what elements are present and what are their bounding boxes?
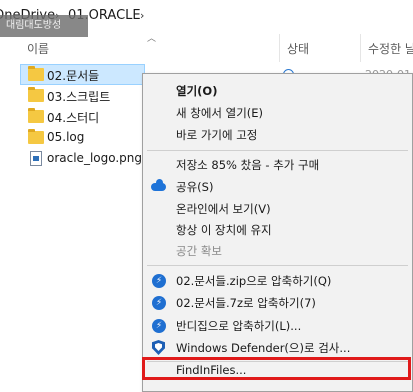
breadcrumb-separator: ›	[140, 9, 145, 22]
menu-item-storage[interactable]: 저장소 85% 찼음 - 추가 구매	[143, 154, 412, 176]
menu-label: 항상 이 장치에 유지	[176, 223, 272, 237]
menu-label: 02.문서들.zip으로 압축하기(Q)	[176, 274, 332, 288]
menu-label: Windows Defender(으)로 검사...	[176, 341, 351, 355]
menu-label: 02.문서들.7z로 압축하기(7)	[176, 296, 316, 310]
column-divider[interactable]	[279, 34, 280, 62]
menu-label: 온라인에서 보기(V)	[176, 202, 271, 216]
menu-label: 열기(O)	[176, 84, 218, 98]
bandizip-icon: ⚡	[152, 274, 166, 288]
file-name: 02.문서들	[47, 69, 100, 83]
file-name: oracle_logo.png	[47, 151, 143, 165]
folder-icon	[28, 129, 44, 144]
bandizip-icon: ⚡	[152, 319, 166, 333]
bandizip-icon: ⚡	[152, 296, 166, 310]
menu-label: 저장소 85% 찼음 - 추가 구매	[176, 158, 320, 172]
menu-separator	[147, 150, 408, 151]
file-name: 04.스터디	[47, 111, 100, 125]
shield-icon	[152, 340, 165, 355]
file-name: 03.스크립트	[47, 90, 111, 104]
menu-item-view-online[interactable]: 온라인에서 보기(V)	[143, 198, 412, 220]
menu-label: 반디집으로 압축하기(L)...	[176, 319, 302, 333]
context-menu: 열기(O) 새 창에서 열기(E) 바로 가기에 고정 저장소 85% 찼음 -…	[142, 73, 413, 392]
sort-ascending-icon: ︿	[147, 34, 157, 44]
menu-item-always-keep[interactable]: 항상 이 장치에 유지	[143, 219, 412, 241]
folder-icon	[28, 108, 44, 123]
watermark: 대림대도방성	[0, 15, 88, 37]
cloud-icon	[151, 179, 166, 191]
menu-label: 새 창에서 열기(E)	[176, 106, 264, 120]
column-status[interactable]: 상태	[287, 40, 309, 57]
menu-item-pin-quick-access[interactable]: 바로 가기에 고정	[143, 124, 412, 146]
menu-item-defender-scan[interactable]: Windows Defender(으)로 검사...	[143, 337, 412, 359]
menu-item-open-new-window[interactable]: 새 창에서 열기(E)	[143, 102, 412, 124]
column-name[interactable]: 이름	[27, 40, 49, 57]
menu-item-compress-7z[interactable]: ⚡ 02.문서들.7z로 압축하기(7)	[143, 292, 412, 314]
menu-item-free-space: 공간 확보	[143, 240, 412, 262]
menu-item-compress-bandizip[interactable]: ⚡ 반디집으로 압축하기(L)...	[143, 315, 412, 337]
folder-icon	[28, 66, 44, 81]
menu-label: 공간 확보	[176, 244, 222, 258]
menu-item-share[interactable]: 공유(S)	[143, 176, 412, 198]
menu-item-findinfiles[interactable]: FindInFiles...	[143, 360, 412, 382]
image-file-icon	[30, 151, 42, 166]
column-modified[interactable]: 수정한 날	[368, 40, 413, 57]
menu-separator	[147, 265, 408, 266]
file-name: 05.log	[47, 130, 85, 144]
menu-item-open[interactable]: 열기(O)	[143, 80, 412, 102]
menu-label: 바로 가기에 고정	[176, 128, 258, 142]
folder-icon	[28, 87, 44, 102]
menu-label: FindInFiles...	[176, 363, 247, 377]
menu-label: 공유(S)	[176, 180, 214, 194]
menu-item-compress-zip[interactable]: ⚡ 02.문서들.zip으로 압축하기(Q)	[143, 270, 412, 292]
column-divider[interactable]	[360, 34, 361, 62]
